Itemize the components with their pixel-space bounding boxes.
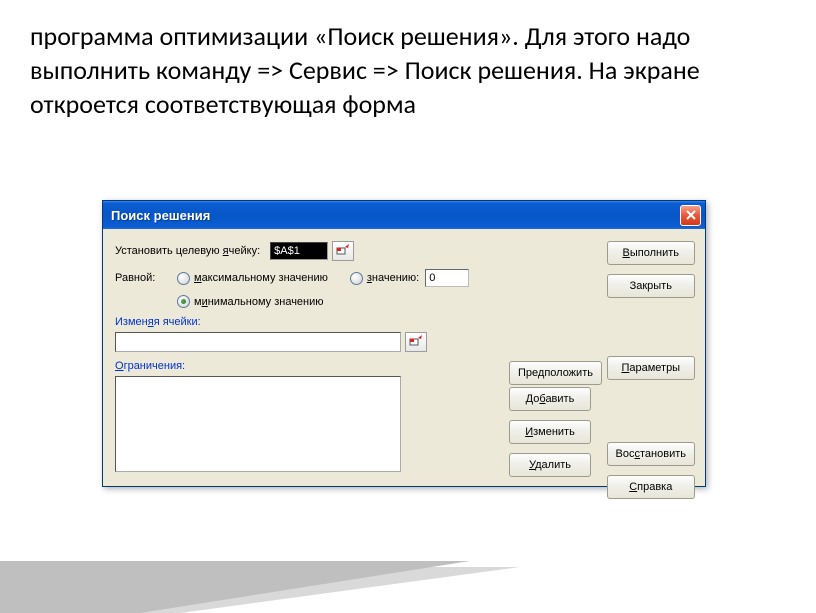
solver-dialog: Поиск решения Установить целевую ячейку:… xyxy=(102,200,706,487)
changing-cells-input[interactable] xyxy=(115,332,401,352)
help-button[interactable]: Справка xyxy=(607,475,695,499)
radio-min[interactable]: минимальному значению xyxy=(177,295,324,308)
close-button[interactable] xyxy=(680,205,701,226)
target-ref-button[interactable] xyxy=(332,241,354,261)
dialog-title: Поиск решения xyxy=(111,208,680,223)
close-icon xyxy=(686,210,696,220)
execute-button[interactable]: Выполнить xyxy=(607,241,695,265)
value-input[interactable] xyxy=(425,269,469,287)
changing-ref-button[interactable] xyxy=(405,332,427,352)
radio-max[interactable]: максимальному значению xyxy=(177,272,328,285)
restore-button[interactable]: Восстановить xyxy=(607,442,695,466)
radio-value-label: значению: xyxy=(367,272,419,284)
change-button[interactable]: Изменить xyxy=(509,420,591,444)
radio-icon xyxy=(350,272,363,285)
target-cell-input[interactable] xyxy=(270,242,328,260)
ref-icon xyxy=(336,244,350,258)
guess-button[interactable]: Предположить xyxy=(509,361,602,385)
add-button[interactable]: Добавить xyxy=(509,387,591,411)
slide-accent-graphic xyxy=(0,553,816,613)
radio-max-label: максимальному значению xyxy=(194,272,328,284)
radio-icon xyxy=(177,272,190,285)
constraints-listbox[interactable] xyxy=(115,376,401,472)
close-dialog-button[interactable]: Закрыть xyxy=(607,274,695,298)
titlebar: Поиск решения xyxy=(103,201,705,229)
target-cell-label: Установить целевую ячейку: xyxy=(115,245,260,257)
delete-button[interactable]: Удалить xyxy=(509,453,591,477)
params-button[interactable]: Параметры xyxy=(607,356,695,380)
slide-text: программа оптимизации «Поиск решения». Д… xyxy=(0,0,816,131)
equal-label: Равной: xyxy=(115,272,167,284)
ref-icon xyxy=(409,335,423,349)
radio-value[interactable]: значению: xyxy=(350,272,419,285)
radio-min-label: минимальному значению xyxy=(194,296,324,308)
radio-icon xyxy=(177,295,190,308)
